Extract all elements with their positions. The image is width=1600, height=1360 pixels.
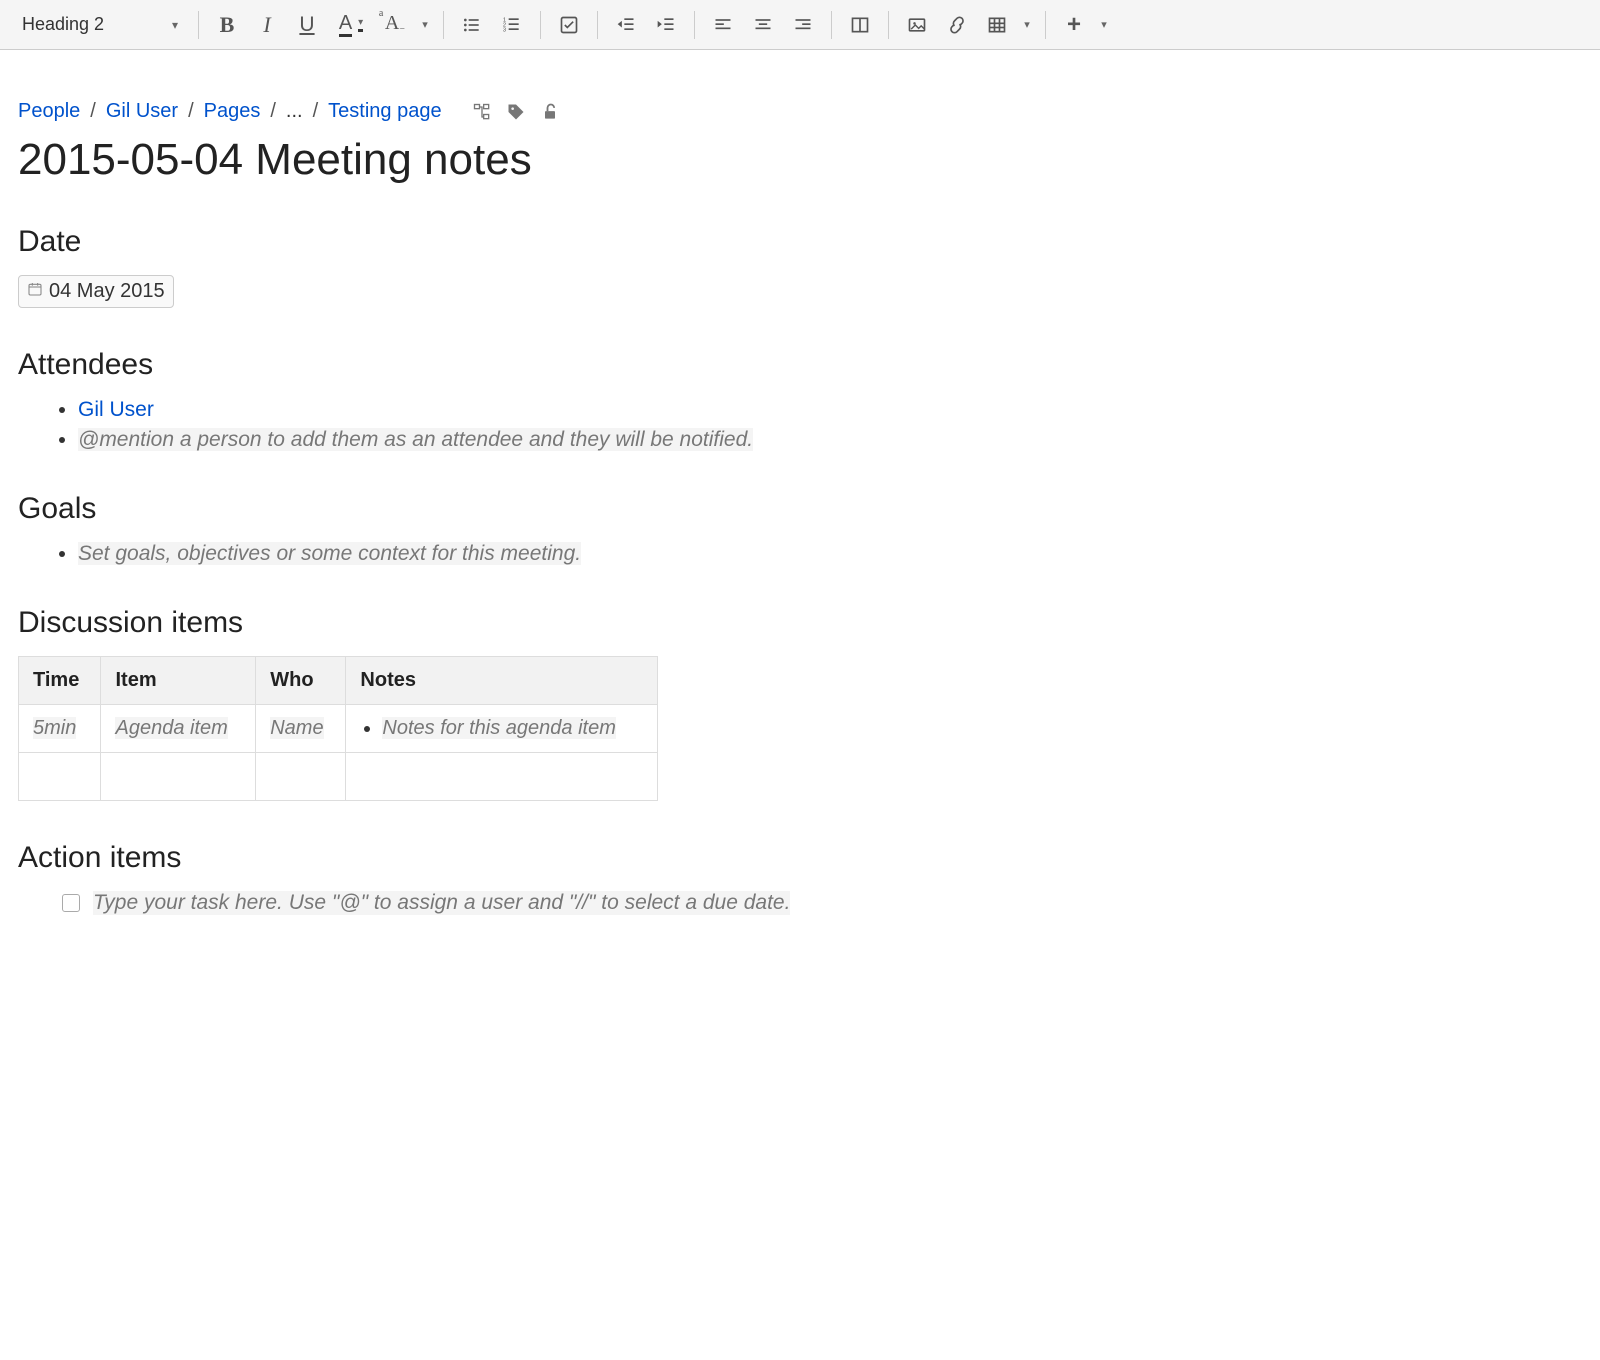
table-row[interactable] [19, 753, 658, 801]
labels-icon[interactable] [506, 102, 526, 122]
col-item[interactable]: Item [101, 657, 256, 705]
cell-time[interactable]: 5min [19, 705, 101, 753]
col-time[interactable]: Time [19, 657, 101, 705]
placeholder-text: Name [270, 717, 323, 739]
placeholder-text: Notes for this agenda item [382, 717, 615, 739]
toolbar-separator [540, 11, 541, 39]
user-mention[interactable]: Gil User [78, 398, 154, 421]
table-row[interactable]: 5min Agenda item Name Notes for this age… [19, 705, 658, 753]
cell-who[interactable] [256, 753, 346, 801]
align-left-button[interactable] [703, 7, 743, 43]
restrictions-unlocked-icon[interactable] [540, 102, 560, 122]
page-content: People / Gil User / Pages / ... / Testin… [0, 50, 1200, 954]
section-heading-action[interactable]: Action items [18, 841, 1182, 875]
section-heading-attendees[interactable]: Attendees [18, 348, 1182, 382]
col-notes[interactable]: Notes [346, 657, 658, 705]
cell-time[interactable] [19, 753, 101, 801]
numbered-list-button[interactable]: 123 [492, 7, 532, 43]
insert-more-button[interactable]: + [1054, 7, 1094, 43]
svg-text:3: 3 [503, 27, 506, 33]
task-list-button[interactable] [549, 7, 589, 43]
breadcrumb-link-user[interactable]: Gil User [106, 100, 178, 123]
insert-more-dropdown[interactable]: ▾ [1094, 7, 1114, 43]
paragraph-style-label: Heading 2 [22, 14, 104, 35]
section-heading-discussion[interactable]: Discussion items [18, 606, 1182, 640]
cell-who[interactable]: Name [256, 705, 346, 753]
page-title[interactable]: 2015-05-04 Meeting notes [18, 135, 1182, 185]
insert-link-button[interactable] [937, 7, 977, 43]
cell-item[interactable]: Agenda item [101, 705, 256, 753]
table-header-row: Time Item Who Notes [19, 657, 658, 705]
insert-table-button[interactable] [977, 7, 1017, 43]
page-layout-button[interactable] [840, 7, 880, 43]
section-heading-date[interactable]: Date [18, 225, 1182, 259]
placeholder-text: Type your task here. Use "@" to assign a… [93, 891, 790, 915]
discussion-table[interactable]: Time Item Who Notes 5min Agenda item Nam… [18, 656, 658, 801]
list-item[interactable]: Gil User [78, 398, 1182, 422]
cell-notes[interactable]: Notes for this agenda item [346, 705, 658, 753]
align-center-button[interactable] [743, 7, 783, 43]
task-checkbox[interactable] [62, 894, 80, 912]
toolbar-separator [1045, 11, 1046, 39]
toolbar-separator [443, 11, 444, 39]
breadcrumb-link-people[interactable]: People [18, 100, 80, 123]
insert-image-button[interactable] [897, 7, 937, 43]
breadcrumb-link-parent[interactable]: Testing page [328, 100, 441, 123]
italic-button[interactable]: I [247, 7, 287, 43]
toolbar-separator [831, 11, 832, 39]
breadcrumb-separator: / [270, 100, 276, 123]
placeholder-text: Set goals, objectives or some context fo… [78, 542, 581, 565]
list-item[interactable]: Set goals, objectives or some context fo… [78, 542, 1182, 566]
date-lozenge[interactable]: 04 May 2015 [18, 275, 174, 308]
breadcrumb-link-pages[interactable]: Pages [204, 100, 261, 123]
section-heading-goals[interactable]: Goals [18, 492, 1182, 526]
toolbar-separator [694, 11, 695, 39]
goals-list[interactable]: Set goals, objectives or some context fo… [18, 542, 1182, 566]
underline-button[interactable]: U [287, 7, 327, 43]
paragraph-style-dropdown[interactable]: Heading 2 ▾ [10, 7, 190, 43]
bullet-list-button[interactable] [452, 7, 492, 43]
cell-item[interactable] [101, 753, 256, 801]
calendar-icon [27, 280, 43, 303]
breadcrumb-separator: / [313, 100, 319, 123]
date-value: 04 May 2015 [49, 280, 165, 303]
breadcrumb-separator: / [188, 100, 194, 123]
bold-button[interactable]: B [207, 7, 247, 43]
attendees-list[interactable]: Gil User @mention a person to add them a… [18, 398, 1182, 452]
clear-formatting-button[interactable]: aA⁻ [375, 7, 415, 43]
list-item[interactable]: @mention a person to add them as an atte… [78, 428, 1182, 452]
task-list[interactable]: Type your task here. Use "@" to assign a… [18, 891, 1182, 915]
align-right-button[interactable] [783, 7, 823, 43]
page-tree-icon[interactable] [472, 102, 492, 122]
task-item[interactable]: Type your task here. Use "@" to assign a… [58, 891, 1182, 915]
breadcrumb-ellipsis[interactable]: ... [286, 100, 303, 123]
indent-button[interactable] [646, 7, 686, 43]
toolbar-separator [888, 11, 889, 39]
editor-toolbar: Heading 2 ▾ B I U A▾ aA⁻ ▾ 123 [0, 0, 1600, 50]
more-formatting-dropdown[interactable]: ▾ [415, 7, 435, 43]
breadcrumb: People / Gil User / Pages / ... / Testin… [18, 100, 1182, 123]
placeholder-text: Agenda item [115, 717, 227, 739]
col-who[interactable]: Who [256, 657, 346, 705]
placeholder-text: @mention a person to add them as an atte… [78, 428, 753, 451]
text-color-button[interactable]: A▾ [327, 7, 375, 43]
toolbar-separator [597, 11, 598, 39]
outdent-button[interactable] [606, 7, 646, 43]
breadcrumb-separator: / [90, 100, 96, 123]
caret-down-icon: ▾ [358, 18, 363, 32]
caret-down-icon: ▾ [172, 18, 178, 32]
placeholder-text: 5min [33, 717, 76, 739]
cell-notes[interactable] [346, 753, 658, 801]
toolbar-separator [198, 11, 199, 39]
table-dropdown[interactable]: ▾ [1017, 7, 1037, 43]
